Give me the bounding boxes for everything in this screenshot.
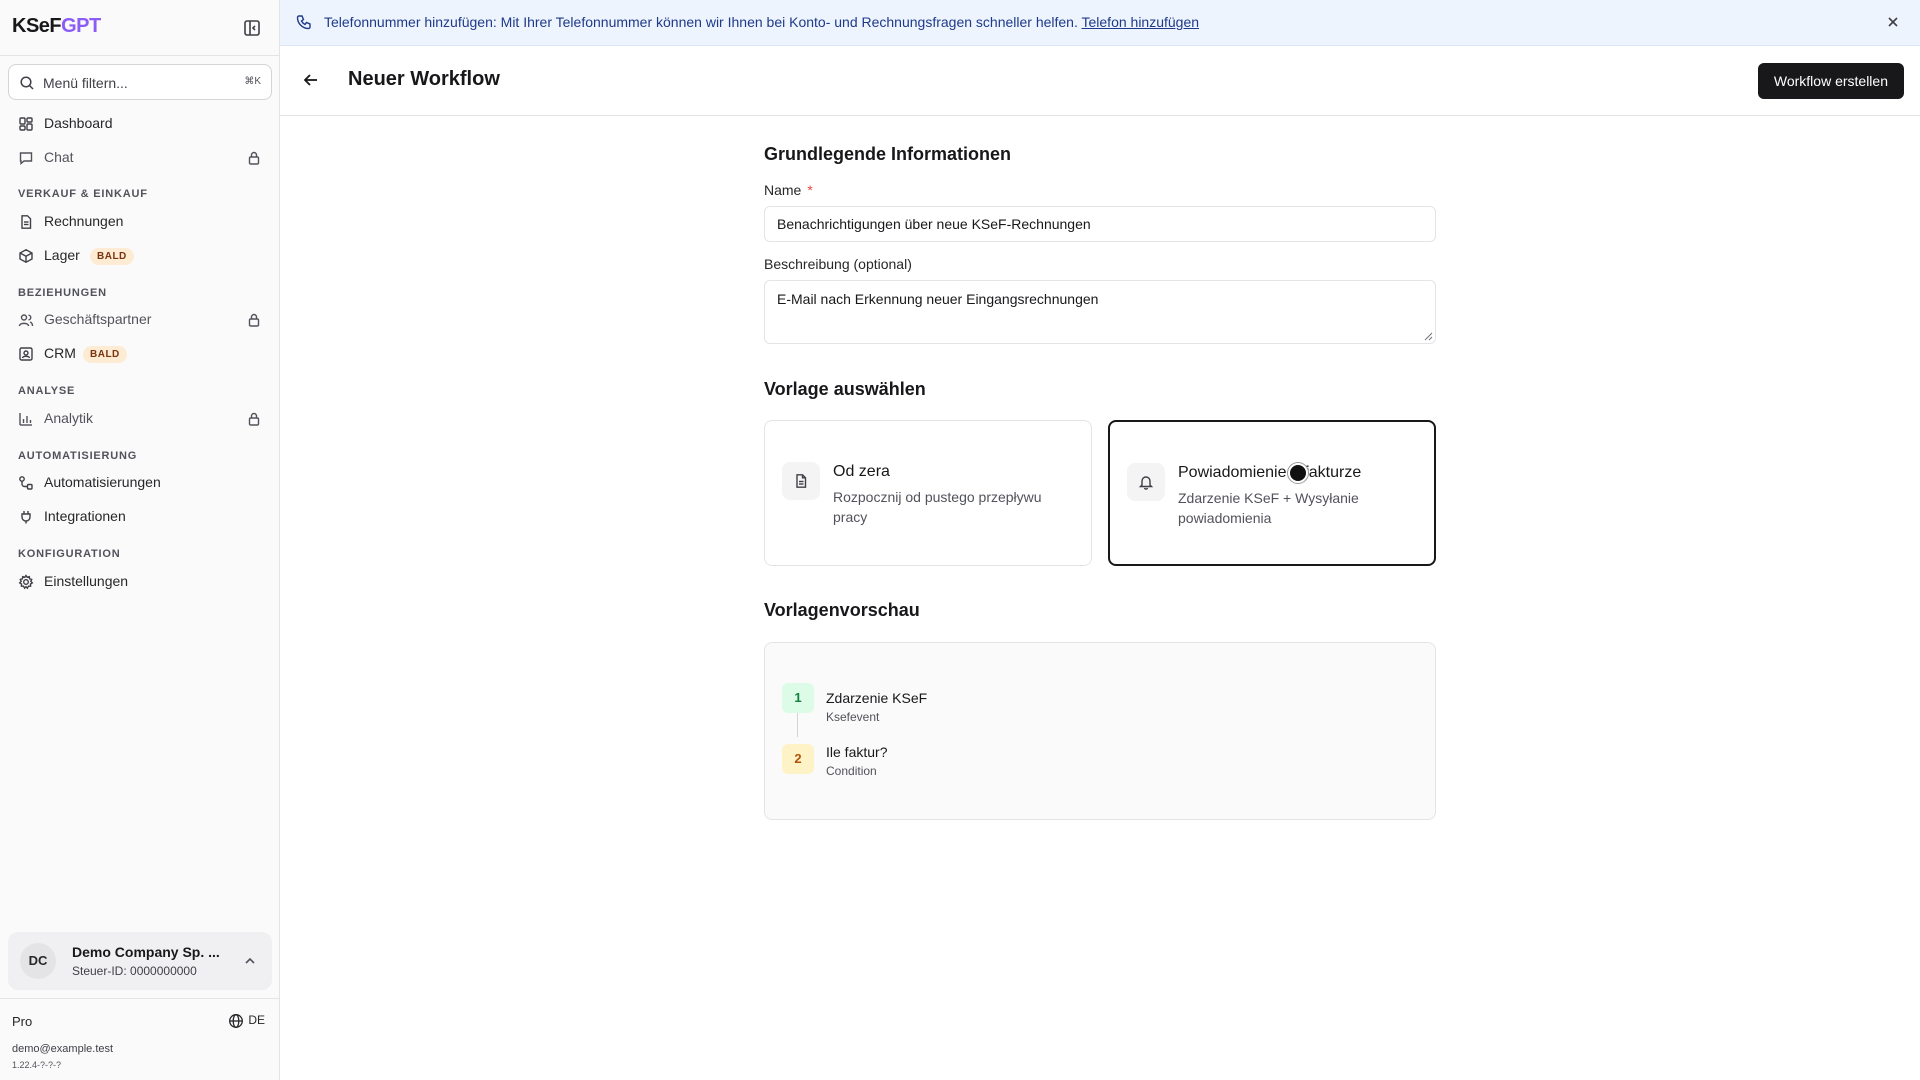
phone-icon [296,15,311,30]
soon-badge: BALD [90,248,134,265]
bell-icon [1127,463,1165,501]
name-input[interactable]: Benachrichtigungen über neue KSeF-Rechnu… [764,206,1436,242]
sidebar-item-label: CRM [44,345,76,361]
name-label-text: Name [764,182,802,198]
app-logo[interactable]: KSeFGPT [12,15,101,38]
soon-badge: BALD [83,346,127,363]
language-switcher[interactable]: DE [229,1013,265,1028]
box-icon [19,249,33,263]
logo-ksef: KSeF [12,15,62,37]
name-label: Name * [764,182,813,198]
logo-row: KSeFGPT [0,0,280,56]
sidebar-item-invoices[interactable]: Rechnungen [8,206,272,238]
sidebar-item-dashboard[interactable]: Dashboard [8,108,272,140]
section-relations: BEZIEHUNGEN [18,287,107,299]
workflow-icon [19,476,33,490]
sidebar-item-crm[interactable]: CRM BALD [8,338,272,370]
sidebar-item-integrations[interactable]: Integrationen [8,501,272,533]
users-icon [18,314,34,327]
menu-filter-input[interactable] [43,73,233,93]
sidebar-item-label: Rechnungen [44,213,124,229]
globe-icon [229,1014,244,1028]
sidebar-item-partners[interactable]: Geschäftspartner [8,304,272,336]
sidebar-item-label: Dashboard [44,115,113,131]
template-card-blank[interactable]: Od zera Rozpocznij od pustego przepływu … [764,420,1092,566]
sidebar-item-chat[interactable]: Chat [8,142,272,174]
sidebar-divider [0,998,280,999]
shortcut-hint: ⌘K [244,76,261,87]
create-workflow-button[interactable]: Workflow erstellen [1757,63,1904,99]
sidebar-item-label: Analytik [44,410,94,426]
page-title: Neuer Workflow [348,68,500,90]
step-number: 1 [782,683,814,713]
phone-banner: Telefonnummer hinzufügen: Mit Ihrer Tele… [280,0,1920,46]
avatar: DC [20,943,56,979]
lock-icon [248,151,260,165]
step-title: Ile faktur? [826,744,888,760]
lock-icon [248,412,260,426]
step-subtitle: Condition [826,764,877,778]
description-label: Beschreibung (optional) [764,256,912,272]
contact-icon [19,347,33,361]
template-preview: 1 Zdarzenie KSeF Ksefevent 2 Ile faktur?… [764,642,1436,820]
menu-filter[interactable]: ⌘K [8,64,272,100]
company-name: Demo Company Sp. ... [72,944,220,960]
sidebar-item-label: Lager [44,247,80,263]
sidebar-item-automations[interactable]: Automatisierungen [8,467,272,499]
user-email: demo@example.test [12,1043,114,1055]
section-automation: AUTOMATISIERUNG [18,450,138,462]
app-version: 1.22.4-?-?-? [12,1060,62,1070]
section-config: KONFIGURATION [18,548,121,560]
sidebar-item-label: Chat [44,149,74,165]
step-number: 2 [782,744,814,774]
sidebar-item-analytics[interactable]: Analytik [8,403,272,435]
close-icon[interactable] [1886,15,1900,29]
sidebar-item-label: Einstellungen [44,573,129,589]
step-connector [797,713,798,737]
plan-label: Pro [12,1014,33,1029]
bar-chart-icon [19,413,32,426]
document-icon [782,462,820,500]
sidebar-item-settings[interactable]: Einstellungen [8,566,272,598]
sidebar-item-label: Geschäftspartner [44,311,152,327]
resize-handle-icon[interactable] [1424,332,1433,341]
template-title: Od zera [833,463,890,480]
banner-message: Telefonnummer hinzufügen: Mit Ihrer Tele… [324,14,1199,30]
sidebar-item-label: Integrationen [44,508,126,524]
plug-icon [21,511,31,524]
template-section-title: Vorlage auswählen [764,379,926,399]
preview-section-title: Vorlagenvorschau [764,600,920,620]
mouse-cursor-icon [1288,463,1308,483]
banner-text: Telefonnummer hinzufügen: Mit Ihrer Tele… [324,14,1078,30]
sidebar-item-label: Automatisierungen [44,474,161,490]
message-icon [19,152,33,165]
step-subtitle: Ksefevent [826,710,880,724]
logo-gpt: GPT [61,15,101,37]
basic-info-title: Grundlegende Informationen [764,144,1012,164]
sidebar: KSeFGPT ⌘K Dashboard Chat VERKAUF & EINK… [0,0,280,1080]
section-analysis: ANALYSE [18,385,76,397]
section-sales: VERKAUF & EINKAUF [18,188,148,200]
template-title: Powiadomienie o fakturze [1178,464,1362,481]
language-code: DE [248,1013,265,1027]
sidebar-collapse-icon[interactable] [242,18,262,38]
gear-icon [18,574,34,590]
grid-icon [19,117,33,131]
lock-icon [248,313,260,327]
template-description: Zdarzenie KSeF + Wysyłanie powiadomienia [1178,490,1359,526]
template-description: Rozpocznij od pustego przepływu pracy [833,489,1042,525]
tax-id: Steuer-ID: 0000000000 [72,964,197,978]
arrow-left-icon[interactable] [302,71,320,89]
account-switcher[interactable]: DC Demo Company Sp. ... Steuer-ID: 00000… [8,932,272,990]
chevron-up-icon [245,957,255,964]
sidebar-item-inventory[interactable]: Lager BALD [8,240,272,272]
description-textarea[interactable]: E-Mail nach Erkennung neuer Eingangsrech… [764,280,1436,344]
page-header: Neuer Workflow Workflow erstellen [280,46,1920,116]
template-card-invoice-notification[interactable]: Powiadomienie o fakturze Zdarzenie KSeF … [1108,420,1436,566]
file-icon [21,215,32,229]
search-icon [20,76,34,90]
add-phone-link[interactable]: Telefon hinzufügen [1082,14,1200,30]
step-title: Zdarzenie KSeF [826,690,928,706]
required-marker: * [807,182,813,198]
